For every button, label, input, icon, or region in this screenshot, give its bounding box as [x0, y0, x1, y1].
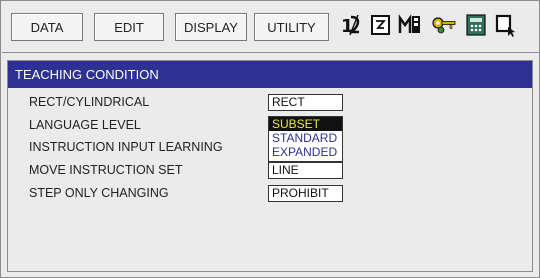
- step-only-changing-label: STEP ONLY CHANGING: [29, 186, 169, 200]
- keys-icon[interactable]: [430, 11, 458, 39]
- step-only-changing-field[interactable]: PROHIBIT: [268, 185, 343, 202]
- language-level-label: LANGUAGE LEVEL: [29, 118, 141, 132]
- option-expanded[interactable]: EXPANDED: [269, 145, 342, 159]
- menu-utility-button[interactable]: UTILITY: [254, 13, 329, 41]
- move-instruction-set-field[interactable]: LINE: [268, 162, 343, 179]
- svg-text:1: 1: [341, 16, 354, 37]
- tool-number-icon[interactable]: 1: [340, 11, 364, 39]
- language-level-dropdown[interactable]: SUBSET STANDARD EXPANDED: [268, 116, 343, 162]
- rect-cylindrical-field[interactable]: RECT: [268, 94, 343, 111]
- form-select-icon[interactable]: [370, 11, 392, 39]
- menu-edit-button[interactable]: EDIT: [94, 13, 164, 41]
- multi-window-icon[interactable]: [398, 11, 424, 39]
- move-instruction-set-label: MOVE INSTRUCTION SET: [29, 163, 183, 177]
- rect-cylindrical-label: RECT/CYLINDRICAL: [29, 95, 150, 109]
- option-standard[interactable]: STANDARD: [269, 131, 342, 145]
- instruction-input-learning-label: INSTRUCTION INPUT LEARNING: [29, 140, 223, 154]
- option-subset[interactable]: SUBSET: [269, 117, 342, 131]
- cursor-icon[interactable]: [494, 11, 518, 39]
- panel-title: TEACHING CONDITION: [8, 61, 532, 88]
- menu-data-button[interactable]: DATA: [11, 13, 83, 41]
- teaching-condition-panel: TEACHING CONDITION RECT/CYLINDRICAL RECT…: [7, 60, 533, 272]
- window-frame: DATA EDIT DISPLAY UTILITY 1 TEACHING CON…: [0, 0, 540, 278]
- toolbar-icons: 1: [338, 11, 538, 43]
- menu-toolbar: DATA EDIT DISPLAY UTILITY 1: [2, 2, 539, 53]
- calculator-icon[interactable]: [464, 11, 488, 39]
- menu-display-button[interactable]: DISPLAY: [175, 13, 247, 41]
